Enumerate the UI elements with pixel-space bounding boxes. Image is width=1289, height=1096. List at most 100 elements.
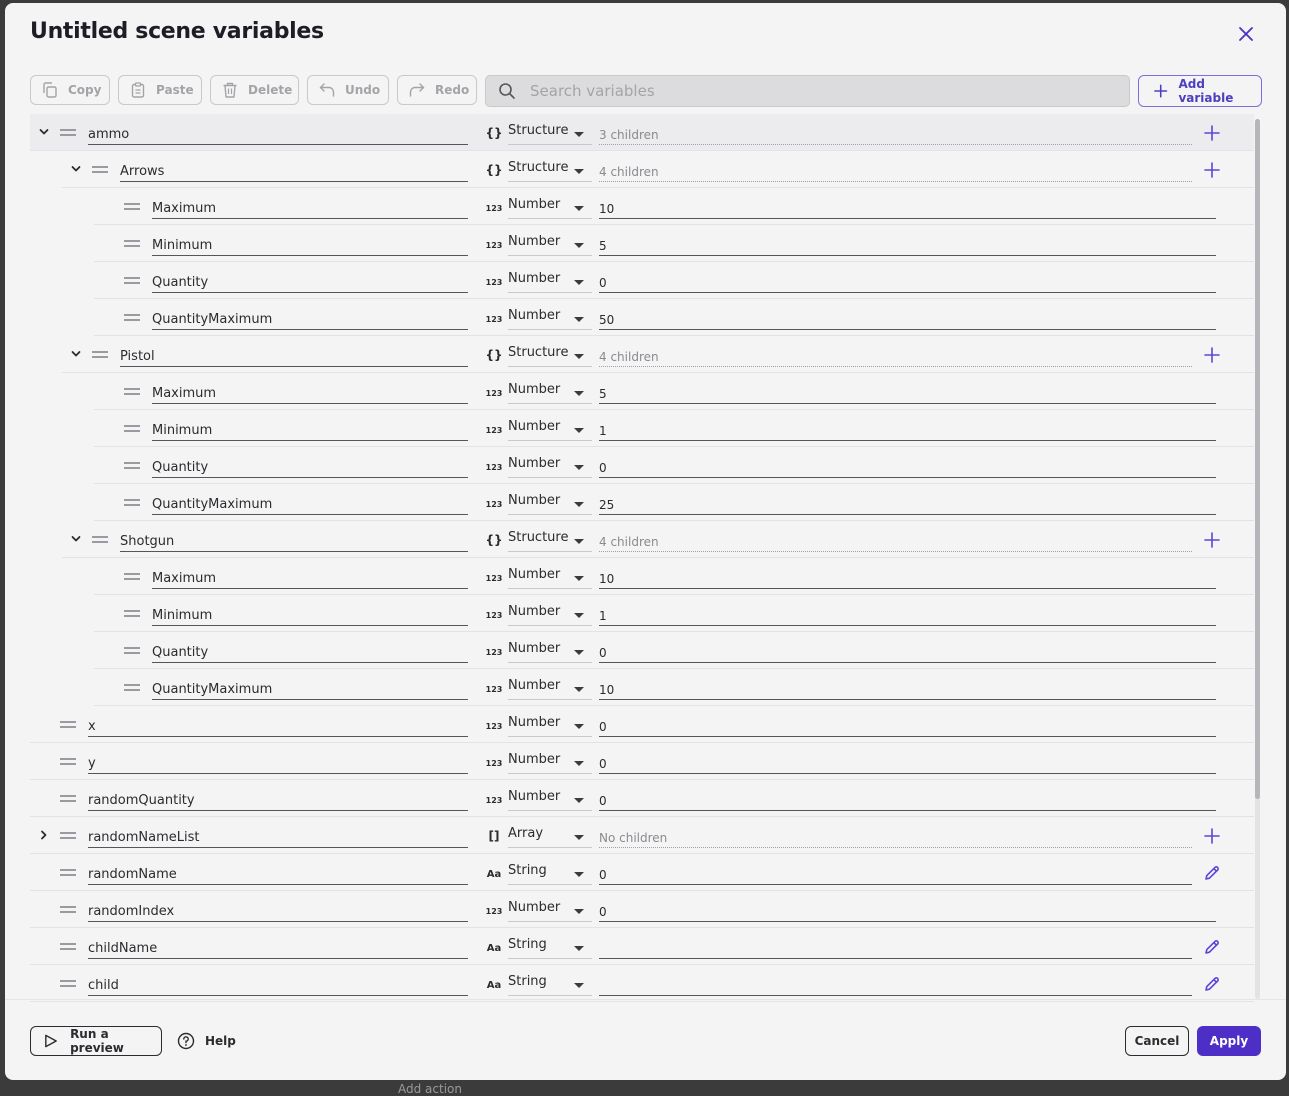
variable-value-field[interactable]: 5 bbox=[599, 238, 1216, 256]
variable-value-field[interactable]: 10 bbox=[599, 682, 1216, 700]
drag-handle-icon[interactable] bbox=[92, 536, 108, 544]
variable-name-field[interactable]: Minimum bbox=[152, 608, 468, 626]
variable-row[interactable]: Arrows {} Structure 4 children bbox=[30, 151, 1254, 188]
variable-value-field[interactable]: 50 bbox=[599, 312, 1216, 330]
variable-value-field[interactable]: 0 bbox=[599, 904, 1216, 922]
variable-type-select[interactable]: Number bbox=[508, 492, 592, 515]
variable-name-field[interactable]: Maximum bbox=[152, 201, 468, 219]
drag-handle-icon[interactable] bbox=[124, 203, 140, 211]
cancel-button[interactable]: Cancel bbox=[1125, 1026, 1189, 1056]
close-button[interactable] bbox=[1235, 23, 1257, 45]
variable-type-select[interactable]: Structure bbox=[508, 529, 592, 552]
variable-type-select[interactable]: Structure bbox=[508, 122, 592, 145]
variable-name-field[interactable]: randomQuantity bbox=[88, 793, 468, 811]
variable-row[interactable]: randomIndex 123 Number 0 bbox=[30, 891, 1254, 928]
drag-handle-icon[interactable] bbox=[124, 610, 140, 618]
drag-handle-icon[interactable] bbox=[124, 684, 140, 692]
variable-type-select[interactable]: Number bbox=[508, 788, 592, 811]
redo-button[interactable]: Redo bbox=[397, 75, 477, 105]
run-preview-button[interactable]: Run a preview bbox=[30, 1026, 162, 1056]
variable-name-field[interactable]: QuantityMaximum bbox=[152, 312, 468, 330]
variable-type-select[interactable]: Number bbox=[508, 381, 592, 404]
delete-button[interactable]: Delete bbox=[210, 75, 299, 105]
variable-name-field[interactable]: ammo bbox=[88, 127, 468, 145]
variable-name-field[interactable]: child bbox=[88, 978, 468, 996]
drag-handle-icon[interactable] bbox=[124, 277, 140, 285]
variable-type-select[interactable]: String bbox=[508, 862, 592, 885]
variable-row[interactable]: y 123 Number 0 bbox=[30, 743, 1254, 780]
variable-row[interactable]: Minimum 123 Number 5 bbox=[30, 225, 1254, 262]
search-input[interactable] bbox=[528, 81, 1112, 101]
undo-button[interactable]: Undo bbox=[307, 75, 389, 105]
variable-value-field[interactable] bbox=[599, 941, 1192, 959]
drag-handle-icon[interactable] bbox=[60, 758, 76, 766]
variable-name-field[interactable]: Quantity bbox=[152, 275, 468, 293]
variable-value-field[interactable]: 0 bbox=[599, 460, 1216, 478]
variable-row[interactable]: QuantityMaximum 123 Number 10 bbox=[30, 669, 1254, 706]
variable-type-select[interactable]: Number bbox=[508, 714, 592, 737]
variable-row[interactable]: Maximum 123 Number 10 bbox=[30, 558, 1254, 595]
chevron-down-icon[interactable] bbox=[38, 126, 50, 138]
add-child-plus-icon[interactable] bbox=[1203, 124, 1221, 142]
drag-handle-icon[interactable] bbox=[60, 721, 76, 729]
copy-button[interactable]: Copy bbox=[30, 75, 110, 105]
variable-name-field[interactable]: randomIndex bbox=[88, 904, 468, 922]
variable-type-select[interactable]: Structure bbox=[508, 344, 592, 367]
drag-handle-icon[interactable] bbox=[60, 906, 76, 914]
variable-type-select[interactable]: Number bbox=[508, 751, 592, 774]
add-child-plus-icon[interactable] bbox=[1203, 827, 1221, 845]
add-child-plus-icon[interactable] bbox=[1203, 346, 1221, 364]
drag-handle-icon[interactable] bbox=[92, 351, 108, 359]
variable-row[interactable]: Quantity 123 Number 0 bbox=[30, 262, 1254, 299]
variable-type-select[interactable]: Number bbox=[508, 233, 592, 256]
variable-row[interactable]: QuantityMaximum 123 Number 25 bbox=[30, 484, 1254, 521]
variable-name-field[interactable]: Maximum bbox=[152, 386, 468, 404]
drag-handle-icon[interactable] bbox=[124, 499, 140, 507]
scrollbar-thumb[interactable] bbox=[1255, 119, 1260, 799]
drag-handle-icon[interactable] bbox=[60, 980, 76, 988]
edit-pencil-icon[interactable] bbox=[1203, 975, 1221, 993]
variable-row[interactable]: Quantity 123 Number 0 bbox=[30, 632, 1254, 669]
variable-type-select[interactable]: Number bbox=[508, 307, 592, 330]
variable-value-field[interactable]: 1 bbox=[599, 608, 1216, 626]
drag-handle-icon[interactable] bbox=[124, 462, 140, 470]
chevron-down-icon[interactable] bbox=[70, 163, 82, 175]
chevron-down-icon[interactable] bbox=[70, 348, 82, 360]
variable-name-field[interactable]: Shotgun bbox=[120, 534, 468, 552]
variable-type-select[interactable]: Number bbox=[508, 640, 592, 663]
edit-pencil-icon[interactable] bbox=[1203, 938, 1221, 956]
drag-handle-icon[interactable] bbox=[124, 314, 140, 322]
variable-value-field[interactable]: 5 bbox=[599, 386, 1216, 404]
drag-handle-icon[interactable] bbox=[92, 166, 108, 174]
variable-name-field[interactable]: x bbox=[88, 719, 468, 737]
scrollbar-track[interactable] bbox=[1255, 119, 1260, 999]
variable-name-field[interactable]: Arrows bbox=[120, 164, 468, 182]
variable-row[interactable]: randomQuantity 123 Number 0 bbox=[30, 780, 1254, 817]
variable-type-select[interactable]: Number bbox=[508, 603, 592, 626]
chevron-down-icon[interactable] bbox=[70, 533, 82, 545]
variable-type-select[interactable]: Number bbox=[508, 196, 592, 219]
variable-type-select[interactable]: Number bbox=[508, 899, 592, 922]
variable-value-field[interactable] bbox=[599, 978, 1192, 996]
variable-name-field[interactable]: randomName bbox=[88, 867, 468, 885]
variable-value-field[interactable]: 0 bbox=[599, 275, 1216, 293]
variable-name-field[interactable]: childName bbox=[88, 941, 468, 959]
variable-value-field[interactable]: 25 bbox=[599, 497, 1216, 515]
variable-name-field[interactable]: y bbox=[88, 756, 468, 774]
variable-row[interactable]: ammo {} Structure 3 children bbox=[30, 114, 1254, 151]
drag-handle-icon[interactable] bbox=[60, 832, 76, 840]
drag-handle-icon[interactable] bbox=[124, 388, 140, 396]
variable-value-field[interactable]: 10 bbox=[599, 201, 1216, 219]
help-button[interactable]: Help bbox=[177, 1030, 236, 1052]
variable-row[interactable]: x 123 Number 0 bbox=[30, 706, 1254, 743]
variable-name-field[interactable]: Minimum bbox=[152, 238, 468, 256]
variable-row[interactable]: Minimum 123 Number 1 bbox=[30, 595, 1254, 632]
variable-row[interactable]: child Aa String bbox=[30, 965, 1254, 1002]
variable-row[interactable]: randomNameList [] Array No children bbox=[30, 817, 1254, 854]
variable-type-select[interactable]: Structure bbox=[508, 159, 592, 182]
variable-name-field[interactable]: Quantity bbox=[152, 460, 468, 478]
drag-handle-icon[interactable] bbox=[60, 795, 76, 803]
variable-value-field[interactable]: 0 bbox=[599, 645, 1216, 663]
variable-value-field[interactable]: 0 bbox=[599, 719, 1216, 737]
variable-name-field[interactable]: Maximum bbox=[152, 571, 468, 589]
